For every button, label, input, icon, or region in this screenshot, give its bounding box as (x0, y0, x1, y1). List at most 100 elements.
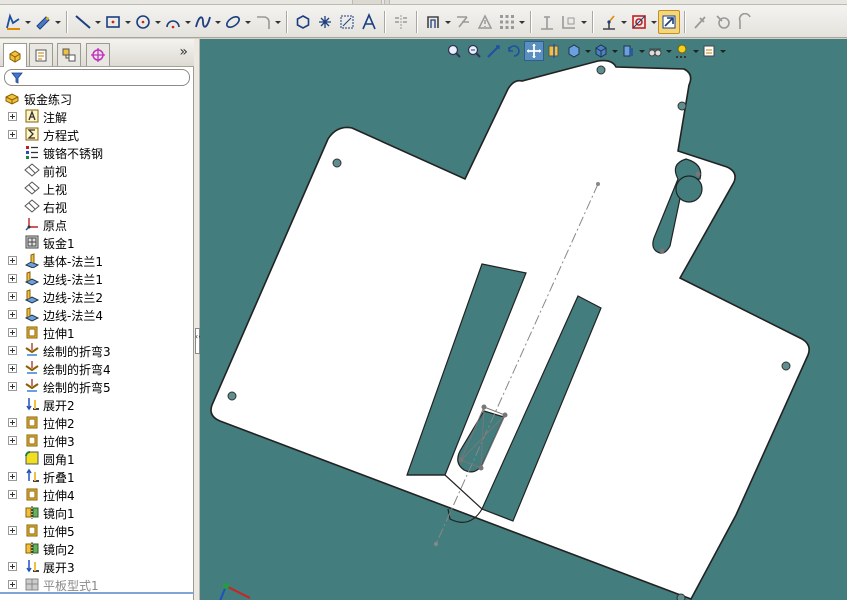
hide-show-dropdown[interactable] (638, 41, 645, 61)
tree-item[interactable]: 边线-法兰4 (0, 305, 194, 323)
display-relations-icon[interactable] (536, 10, 558, 34)
tree-item[interactable]: 边线-法兰1 (0, 269, 194, 287)
convert-entities-icon[interactable] (336, 10, 358, 34)
pattern-icon[interactable] (474, 10, 496, 34)
configurationmanager-tab[interactable] (57, 43, 81, 66)
apply-scene-icon[interactable] (672, 41, 692, 61)
sheet-metal-tools-icon[interactable] (734, 10, 756, 34)
tree-item[interactable]: 方程式 (0, 125, 194, 143)
rectangle-dropdown[interactable] (124, 10, 132, 34)
smart-dimension-dropdown[interactable] (24, 10, 32, 34)
line-icon[interactable] (72, 10, 94, 34)
expand-toggle-icon[interactable] (8, 472, 17, 481)
expand-toggle-icon[interactable] (8, 418, 17, 427)
tree-item[interactable]: 圆角1 (0, 449, 194, 467)
sheet-metal-tools-icon[interactable] (712, 10, 734, 34)
tree-item[interactable]: 拉伸1 (0, 323, 194, 341)
tree-item[interactable]: 钣金1 (0, 233, 194, 251)
tree-item[interactable]: 镜向2 (0, 539, 194, 557)
rectangle-icon[interactable] (102, 10, 124, 34)
more-tabs-chevron-icon[interactable]: » (179, 44, 188, 60)
relations-dropdown[interactable] (518, 10, 526, 34)
expand-toggle-icon[interactable] (8, 310, 17, 319)
tree-item[interactable]: 原点 (0, 215, 194, 233)
smart-dimension-icon[interactable] (2, 10, 24, 34)
display-style-dropdown[interactable] (611, 41, 618, 61)
sketch-dropdown[interactable] (54, 10, 62, 34)
instant2d-icon[interactable] (658, 10, 680, 34)
tree-item[interactable]: 折叠1 (0, 467, 194, 485)
fillet-sketch-icon[interactable] (252, 10, 274, 34)
sketch-icon[interactable] (32, 10, 54, 34)
rapid-sketch-icon[interactable] (628, 10, 650, 34)
spline-icon[interactable] (192, 10, 214, 34)
expand-toggle-icon[interactable] (8, 274, 17, 283)
previous-view-icon[interactable] (484, 41, 504, 61)
repair-sketch-dropdown[interactable] (580, 10, 588, 34)
expand-toggle-icon[interactable] (8, 346, 17, 355)
propertymanager-tab[interactable] (29, 43, 53, 66)
tree-item[interactable]: 镀铬不锈钢 (0, 143, 194, 161)
expand-toggle-icon[interactable] (8, 130, 17, 139)
tree-root-part[interactable]: 钣金练习 (0, 89, 194, 107)
tree-item[interactable]: 拉伸5 (0, 521, 194, 539)
spline-dropdown[interactable] (214, 10, 222, 34)
offset-entities-icon[interactable] (422, 10, 444, 34)
apply-scene-dropdown[interactable] (692, 41, 699, 61)
text-icon[interactable] (358, 10, 380, 34)
dimxpert-tab[interactable] (86, 43, 110, 66)
rapid-sketch-dropdown[interactable] (650, 10, 658, 34)
section-view-icon[interactable] (544, 41, 564, 61)
expand-toggle-icon[interactable] (8, 292, 17, 301)
expand-toggle-icon[interactable] (8, 580, 17, 589)
view-orientation-dropdown[interactable] (584, 41, 591, 61)
tree-item[interactable]: 展开3 (0, 557, 194, 575)
repair-sketch-icon[interactable] (558, 10, 580, 34)
tree-item[interactable]: 边线-法兰2 (0, 287, 194, 305)
expand-toggle-icon[interactable] (8, 490, 17, 499)
tree-item[interactable]: 平板型式1 (0, 575, 194, 593)
view-orientation-icon[interactable] (564, 41, 584, 61)
line-dropdown[interactable] (94, 10, 102, 34)
expand-toggle-icon[interactable] (8, 526, 17, 535)
edit-appearance-dropdown[interactable] (665, 41, 672, 61)
sheet-metal-tools-icon[interactable] (690, 10, 712, 34)
ellipse-dropdown[interactable] (244, 10, 252, 34)
mirror-entities-icon[interactable] (390, 10, 412, 34)
expand-toggle-icon[interactable] (8, 562, 17, 571)
view-settings-dropdown[interactable] (719, 41, 726, 61)
expand-toggle-icon[interactable] (8, 112, 17, 121)
display-style-icon[interactable] (591, 41, 611, 61)
expand-toggle-icon[interactable] (8, 256, 17, 265)
tree-item[interactable]: 基体-法兰1 (0, 251, 194, 269)
arc-dropdown[interactable] (184, 10, 192, 34)
trim-icon[interactable] (452, 10, 474, 34)
edit-appearance-icon[interactable] (645, 41, 665, 61)
tree-item[interactable]: 右视 (0, 197, 194, 215)
zoom-to-fit-icon[interactable] (444, 41, 464, 61)
fillet-sketch-dropdown[interactable] (274, 10, 282, 34)
polygon-icon[interactable] (292, 10, 314, 34)
expand-toggle-icon[interactable] (8, 436, 17, 445)
tree-item[interactable]: 拉伸2 (0, 413, 194, 431)
graphics-area[interactable] (200, 39, 847, 600)
tree-item[interactable]: 绘制的折弯3 (0, 341, 194, 359)
featuremanager-tab[interactable] (3, 43, 27, 67)
offset-entities-dropdown[interactable] (444, 10, 452, 34)
quick-snaps-icon[interactable] (598, 10, 620, 34)
arc-icon[interactable] (162, 10, 184, 34)
view-settings-icon[interactable] (699, 41, 719, 61)
tree-item[interactable]: 展开2 (0, 395, 194, 413)
zoom-to-area-icon[interactable] (464, 41, 484, 61)
tree-item[interactable]: 拉伸3 (0, 431, 194, 449)
feature-filter-input[interactable] (4, 69, 190, 86)
tree-item[interactable]: 前视 (0, 161, 194, 179)
tree-item[interactable]: 绘制的折弯4 (0, 359, 194, 377)
rotate-icon[interactable] (504, 41, 524, 61)
tree-item[interactable]: 上视 (0, 179, 194, 197)
quick-snaps-dropdown[interactable] (620, 10, 628, 34)
circle-dropdown[interactable] (154, 10, 162, 34)
tree-item[interactable]: 注解 (0, 107, 194, 125)
hide-show-icon[interactable] (618, 41, 638, 61)
expand-toggle-icon[interactable] (8, 382, 17, 391)
